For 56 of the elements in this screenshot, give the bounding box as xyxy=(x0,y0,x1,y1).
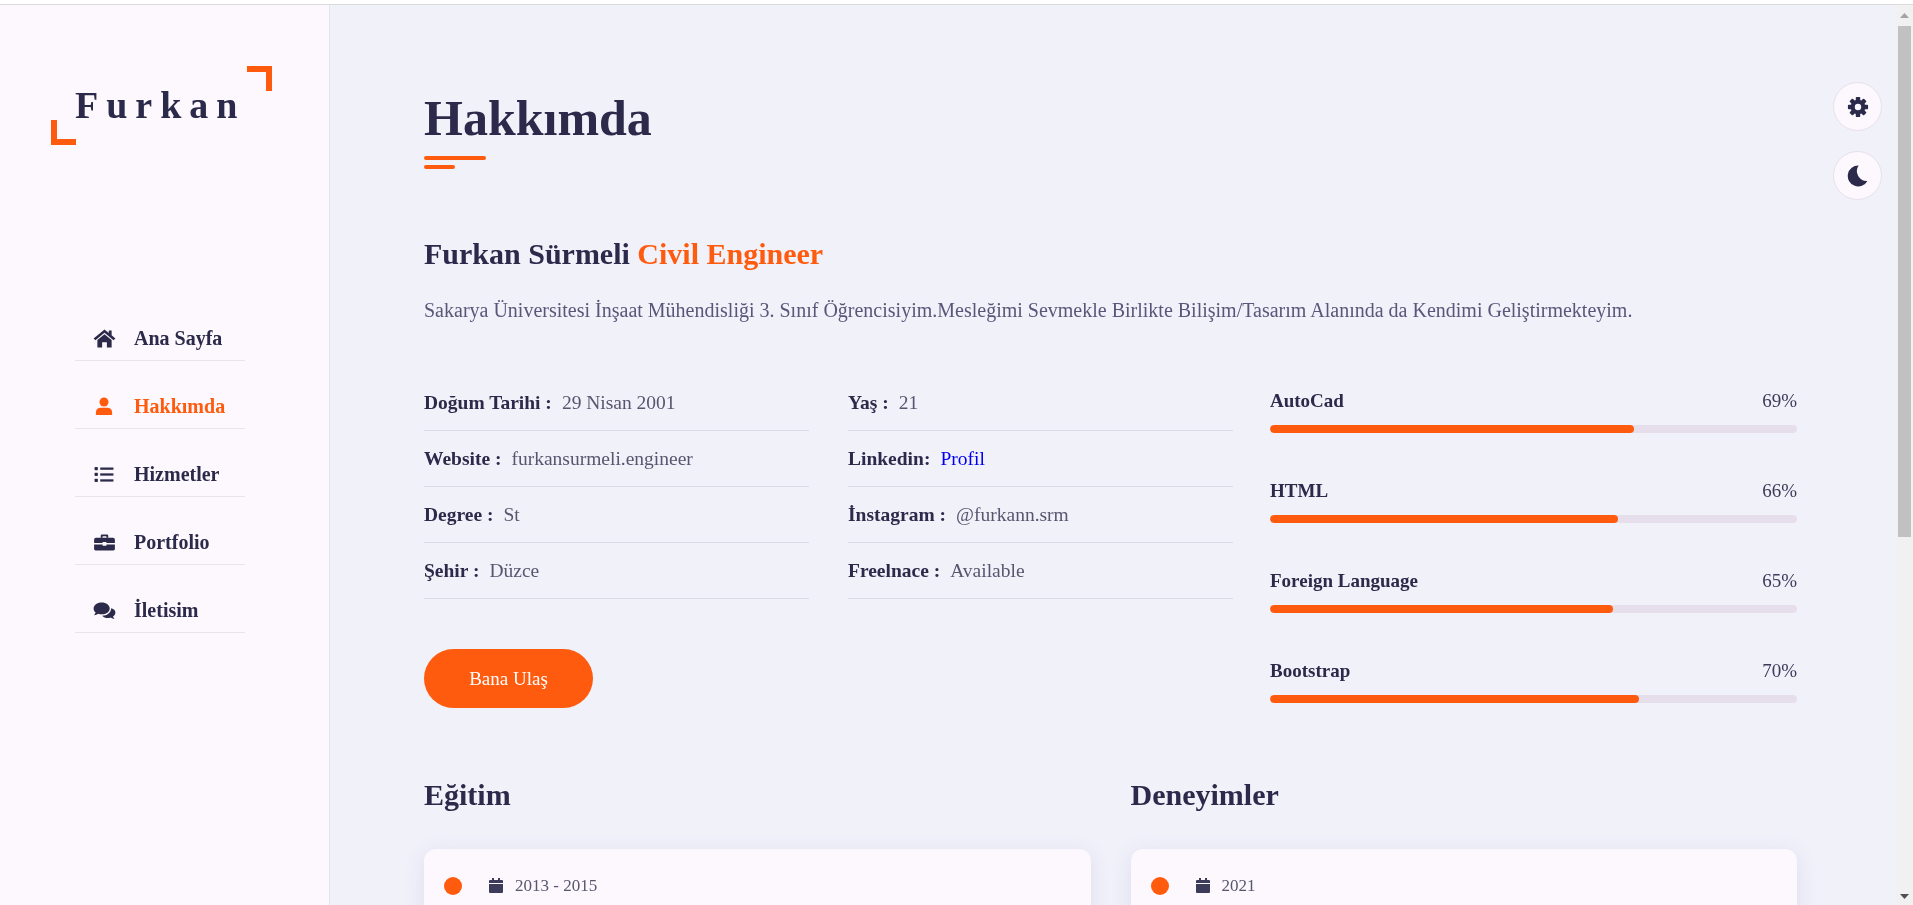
info-label: Website : xyxy=(424,447,502,470)
date-text: 2013 - 2015 xyxy=(515,877,598,894)
job-title: Civil Engineer xyxy=(637,237,824,270)
briefcase-icon xyxy=(93,534,115,551)
skill-name: Foreign Language xyxy=(1270,569,1418,593)
section-heading: Deneyimler xyxy=(1130,777,1280,813)
info-label: Yaş : xyxy=(848,391,889,414)
profile-link[interactable]: Profil xyxy=(940,447,985,470)
settings-icon xyxy=(1846,95,1869,118)
intro-paragraph: Sakarya Üniversitesi İnşaat Mühendisliği 3. Sınıf Öğrencisiyim.Mesleğimi Sevmekle Birlikte Bilişim/Tasarım Alanında da Kendimi Geliştirmekteyim. xyxy=(424,298,1634,324)
corner-bracket-icon xyxy=(51,120,76,145)
nav-link[interactable]: Ana Sayfa xyxy=(75,293,245,361)
info-label: Doğum Tarihi : xyxy=(424,391,552,414)
list-icon xyxy=(94,466,114,483)
timeline-dot-icon xyxy=(444,877,462,895)
section-heading: Eğitim xyxy=(424,777,512,813)
skill-percent: 65% xyxy=(1762,569,1797,593)
scroll-down-icon[interactable] xyxy=(1900,894,1909,899)
calendar-icon xyxy=(489,878,503,893)
moon-icon xyxy=(1847,164,1868,187)
page-title: Hakkımda xyxy=(424,91,653,146)
timeline-dot-icon xyxy=(1150,877,1169,895)
scrollbar[interactable] xyxy=(1896,5,1913,905)
info-value: furkansurmeli.engineer xyxy=(511,447,693,470)
info-label: Degree : xyxy=(424,503,494,526)
info-label: Linkedin: xyxy=(848,447,931,470)
home-icon xyxy=(92,329,116,348)
info-value: Düzce xyxy=(489,559,540,582)
user-icon xyxy=(95,397,113,416)
skill-name: Bootstrap xyxy=(1270,659,1351,683)
skill-percent: 70% xyxy=(1762,659,1797,683)
date-text: 2021 xyxy=(1221,877,1256,894)
info-value: @furkann.srm xyxy=(956,503,1069,526)
info-value: 21 xyxy=(898,391,919,414)
settings-button[interactable] xyxy=(1833,82,1882,131)
nav-link[interactable]: İletisim xyxy=(75,565,245,633)
calendar-icon xyxy=(1195,878,1210,893)
skill-percent: 66% xyxy=(1762,479,1797,503)
info-label: Şehir : xyxy=(424,559,480,582)
info-value: 29 Nisan 2001 xyxy=(561,391,676,414)
person-name: Furkan Sürmeli xyxy=(424,237,630,270)
scrollbar-thumb[interactable] xyxy=(1898,26,1911,537)
info-value: St xyxy=(503,503,520,526)
nav-link[interactable]: Hizmetler xyxy=(75,429,245,497)
skill-name: AutoCad xyxy=(1270,389,1344,413)
nav-link[interactable]: Portfolio xyxy=(75,497,245,565)
title-underline-drawing xyxy=(424,156,486,169)
corner-bracket-icon xyxy=(247,66,272,91)
theme-toggle-button[interactable] xyxy=(1833,151,1882,200)
info-label: Freelnace : xyxy=(848,559,941,582)
logo[interactable]: Furkan xyxy=(75,86,246,124)
info-label: İnstagram : xyxy=(848,503,947,526)
skill-name: HTML xyxy=(1270,479,1329,503)
info-value: Available xyxy=(950,559,1025,582)
skill-percent: 69% xyxy=(1762,389,1797,413)
chat-bubbles-icon xyxy=(92,601,116,620)
